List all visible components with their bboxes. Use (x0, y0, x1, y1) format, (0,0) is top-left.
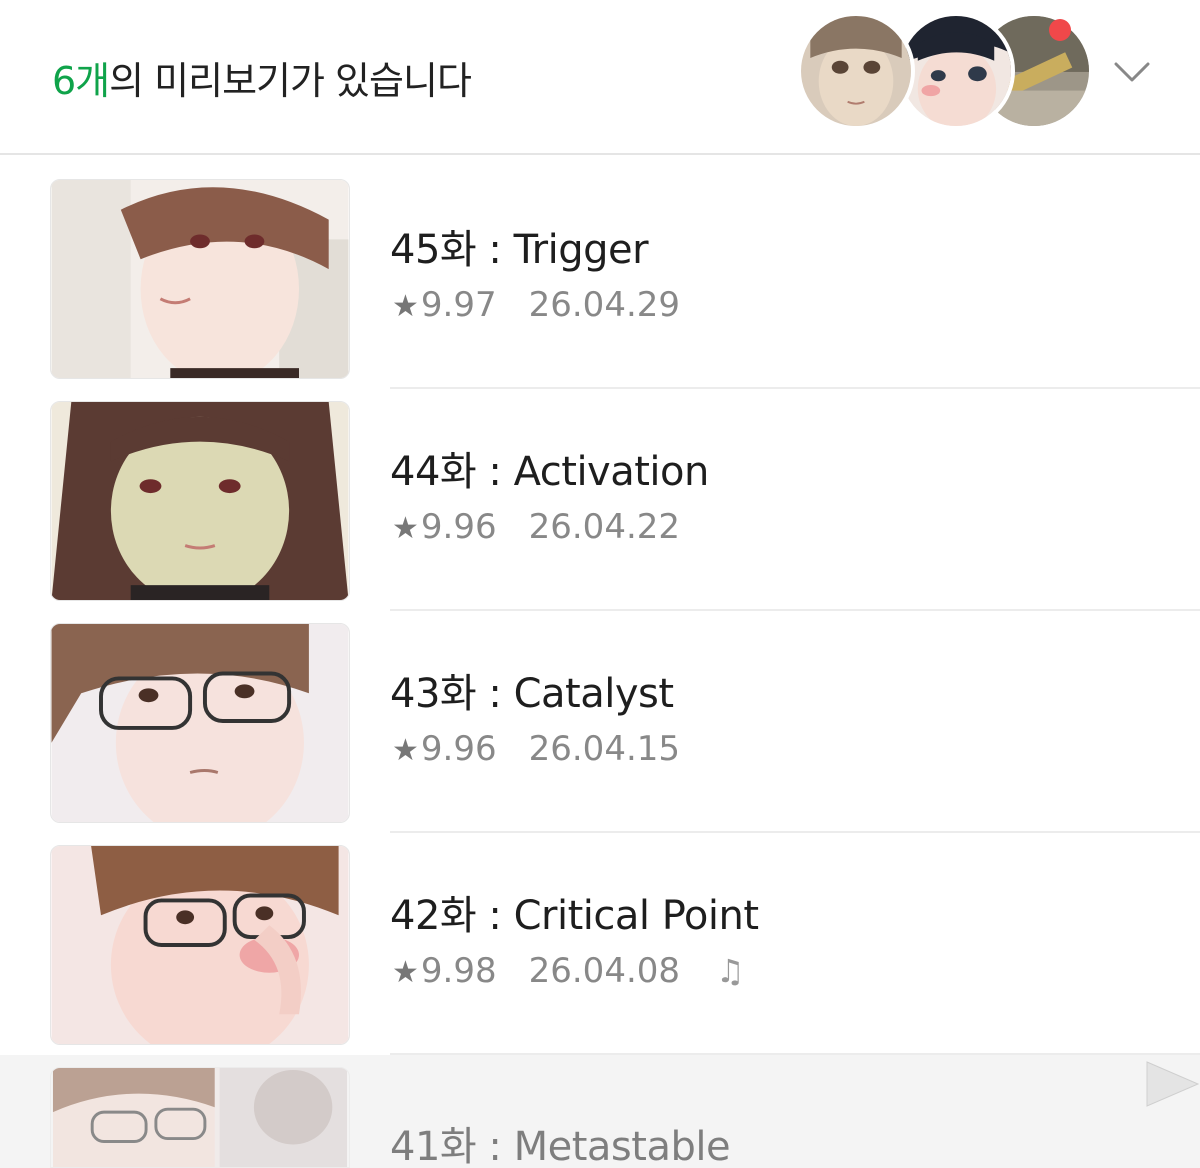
notification-dot (1049, 19, 1071, 41)
episode-rating: 9.96 (420, 729, 497, 769)
star-icon: ★ (392, 955, 419, 990)
chevron-down-icon[interactable] (1112, 52, 1152, 92)
episode-row[interactable]: 45화 : Trigger ★9.97 26.04.29 (0, 157, 1200, 389)
episode-rating: 9.98 (420, 951, 497, 991)
bgm-icon: ♫ (716, 952, 745, 990)
episode-title: 44화 : Activation (390, 449, 709, 495)
preview-title-text: 의 미리보기가 있습니다 (109, 59, 472, 103)
episode-thumbnail[interactable] (50, 845, 350, 1045)
episode-title: 42화 : Critical Point (390, 893, 759, 939)
episode-title: 43화 : Catalyst (390, 671, 674, 717)
preview-header[interactable]: 6개의 미리보기가 있습니다 (0, 0, 1200, 155)
episode-row[interactable]: 44화 : Activation ★9.96 26.04.22 (0, 379, 1200, 611)
episode-rating: 9.96 (420, 507, 497, 547)
episode-meta: ★9.96 26.04.22 (392, 507, 680, 547)
episode-title: 41화 : Metastable (390, 1124, 731, 1168)
episode-thumbnail[interactable] (50, 1067, 350, 1168)
preview-count-title: 6개의 미리보기가 있습니다 (52, 50, 472, 105)
episode-date: 26.04.08 (528, 951, 681, 991)
episode-title: 45화 : Trigger (390, 227, 649, 273)
scroll-indicator-icon (1146, 1061, 1200, 1107)
episode-meta: ★9.96 26.04.15 (392, 729, 680, 769)
episode-meta: ★9.97 26.04.29 (392, 285, 680, 325)
star-icon: ★ (392, 511, 419, 546)
episode-thumbnail[interactable] (50, 179, 350, 379)
episode-date: 26.04.22 (528, 507, 681, 547)
character-avatar-1[interactable] (797, 12, 915, 130)
episode-row[interactable]: 42화 : Critical Point ★9.98 26.04.08 ♫ (0, 823, 1200, 1045)
episode-date: 26.04.15 (528, 729, 681, 769)
star-icon: ★ (392, 289, 419, 324)
episode-thumbnail[interactable] (50, 623, 350, 823)
episode-thumbnail[interactable] (50, 401, 350, 601)
episode-row[interactable]: 43화 : Catalyst ★9.96 26.04.15 (0, 601, 1200, 833)
preview-count: 6개 (52, 59, 110, 103)
episode-rating: 9.97 (420, 285, 497, 325)
divider (390, 1053, 1200, 1055)
episode-date: 26.04.29 (528, 285, 681, 325)
star-icon: ★ (392, 733, 419, 768)
episode-meta: ★9.98 26.04.08 ♫ (392, 951, 745, 991)
